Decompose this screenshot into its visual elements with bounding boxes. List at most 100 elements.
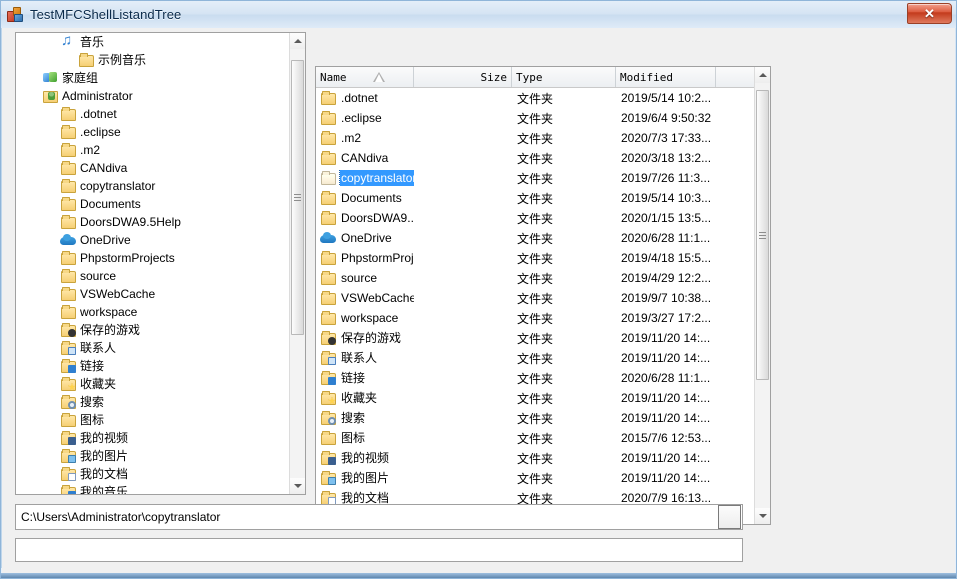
tree-node[interactable]: 联系人 <box>16 339 289 357</box>
table-row[interactable]: 我的视频 文件夹 2019/11/20 14:... <box>316 448 754 468</box>
cell-name: 我的视频 <box>316 450 414 466</box>
shell-tree-view[interactable]: 音乐示例音乐家庭组 Administrator .dotnet .eclipse .m2… <box>15 32 306 495</box>
table-row[interactable]: workspace 文件夹 2019/3/27 17:2... <box>316 308 754 328</box>
tree-node[interactable]: 我的视频 <box>16 429 289 447</box>
tree-node[interactable]: Administrator <box>16 87 289 105</box>
cell-modified: 2019/11/20 14:... <box>621 331 711 345</box>
cell-name: 保存的游戏 <box>316 330 414 346</box>
cell-name: .eclipse <box>316 110 414 126</box>
file-name-label: 我的图片 <box>341 471 390 485</box>
tree-node-label: 我的文档 <box>80 467 129 481</box>
tree-node[interactable]: DoorsDWA9.5Help <box>16 213 289 231</box>
close-button[interactable]: ✕ <box>907 3 952 24</box>
tree-node-label: 家庭组 <box>62 71 99 85</box>
title-bar[interactable]: TestMFCShellListandTree ✕ <box>1 1 956 28</box>
tree-node-label: workspace <box>80 305 138 319</box>
tree-scroll-thumb[interactable] <box>291 60 304 335</box>
tree-node[interactable]: 图标 <box>16 411 289 429</box>
cell-name: 联系人 <box>316 350 414 366</box>
cell-name: OneDrive <box>316 230 414 246</box>
tree-node[interactable]: OneDrive <box>16 231 289 249</box>
table-row[interactable]: 联系人 文件夹 2019/11/20 14:... <box>316 348 754 368</box>
column-header-modified[interactable]: Modified <box>616 67 716 87</box>
table-row[interactable]: 搜索 文件夹 2019/11/20 14:... <box>316 408 754 428</box>
tree-node[interactable]: 我的图片 <box>16 447 289 465</box>
path-bar[interactable]: C:\Users\Administrator\copytranslator <box>15 504 743 530</box>
table-row[interactable]: 我的图片 文件夹 2019/11/20 14:... <box>316 468 754 488</box>
table-row[interactable]: .eclipse 文件夹 2019/6/4 9:50:32 <box>316 108 754 128</box>
cell-name: 收藏夹 <box>316 390 414 406</box>
file-name-label: source <box>341 271 378 285</box>
table-row[interactable]: PhpstormProj... 文件夹 2019/4/18 15:5... <box>316 248 754 268</box>
table-row[interactable]: 链接 文件夹 2020/6/28 11:1... <box>316 368 754 388</box>
table-row[interactable]: CANdiva 文件夹 2020/3/18 13:2... <box>316 148 754 168</box>
tree-node-label: .dotnet <box>80 107 117 121</box>
scroll-grip-icon <box>294 194 301 201</box>
links-folder-icon <box>60 358 76 374</box>
tree-node[interactable]: source <box>16 267 289 285</box>
table-row[interactable]: source 文件夹 2019/4/29 12:2... <box>316 268 754 288</box>
cell-modified: 2019/3/27 17:2... <box>621 311 712 325</box>
table-row[interactable]: VSWebCache 文件夹 2019/9/7 10:38... <box>316 288 754 308</box>
file-name-label: 我的视频 <box>341 451 390 465</box>
column-header-name[interactable]: Name <box>316 67 414 87</box>
tree-node[interactable]: VSWebCache <box>16 285 289 303</box>
sort-ascending-icon <box>373 72 385 82</box>
shell-list-view[interactable]: Name Size Type Modified .dotnet 文件夹 2019/5/14… <box>315 66 771 525</box>
tree-node[interactable]: 家庭组 <box>16 69 289 87</box>
tree-node[interactable]: 我的音乐 <box>16 483 289 494</box>
folder-icon <box>60 214 76 230</box>
tree-node-label: 图标 <box>80 413 105 427</box>
cell-type: 文件夹 <box>517 431 554 446</box>
table-row[interactable]: OneDrive 文件夹 2020/6/28 11:1... <box>316 228 754 248</box>
tree-node[interactable]: 链接 <box>16 357 289 375</box>
cell-type: 文件夹 <box>517 411 554 426</box>
tree-node[interactable]: CANdiva <box>16 159 289 177</box>
tree-vertical-scrollbar[interactable] <box>289 33 305 494</box>
cell-modified: 2019/11/20 14:... <box>621 351 711 365</box>
tree-node[interactable]: 示例音乐 <box>16 51 289 69</box>
table-row[interactable]: 图标 文件夹 2015/7/6 12:53... <box>316 428 754 448</box>
tree-node[interactable]: 我的文档 <box>16 465 289 483</box>
table-row[interactable]: 保存的游戏 文件夹 2019/11/20 14:... <box>316 328 754 348</box>
table-row[interactable]: .m2 文件夹 2020/7/3 17:33... <box>316 128 754 148</box>
tree-node[interactable]: 音乐 <box>16 33 289 51</box>
folder-icon <box>320 250 336 266</box>
path-browse-button[interactable] <box>718 505 741 529</box>
tree-node[interactable]: 保存的游戏 <box>16 321 289 339</box>
table-row[interactable]: Documents 文件夹 2019/5/14 10:3... <box>316 188 754 208</box>
folder-icon <box>320 90 336 106</box>
tree-node[interactable]: 搜索 <box>16 393 289 411</box>
table-row[interactable]: DoorsDWA9.... 文件夹 2020/1/15 13:5... <box>316 208 754 228</box>
folder-icon <box>320 190 336 206</box>
table-row[interactable]: 收藏夹 文件夹 2019/11/20 14:... <box>316 388 754 408</box>
scroll-up-arrow-icon <box>758 73 767 77</box>
cell-name: Documents <box>316 190 414 206</box>
list-scroll-thumb[interactable] <box>756 90 769 380</box>
column-header-size[interactable]: Size <box>414 67 512 87</box>
tree-node[interactable]: PhpstormProjects <box>16 249 289 267</box>
tree-node[interactable]: .m2 <box>16 141 289 159</box>
tree-node[interactable]: copytranslator <box>16 177 289 195</box>
status-input-field[interactable] <box>15 538 743 562</box>
tree-node[interactable]: Documents <box>16 195 289 213</box>
tree-scroll-up-button[interactable] <box>290 33 305 49</box>
tree-node[interactable]: .eclipse <box>16 123 289 141</box>
tree-node[interactable]: 收藏夹 <box>16 375 289 393</box>
tree-scroll-down-button[interactable] <box>290 478 305 494</box>
folder-icon <box>320 130 336 146</box>
list-vertical-scrollbar[interactable] <box>754 67 770 524</box>
path-input[interactable]: C:\Users\Administrator\copytranslator <box>16 510 718 524</box>
close-icon: ✕ <box>924 6 935 21</box>
tree-node[interactable]: .dotnet <box>16 105 289 123</box>
table-row[interactable]: .dotnet 文件夹 2019/5/14 10:2... <box>316 88 754 108</box>
file-name-label: Documents <box>341 191 402 205</box>
tree-node[interactable]: workspace <box>16 303 289 321</box>
column-header-type[interactable]: Type <box>512 67 616 87</box>
cell-modified: 2019/11/20 14:... <box>621 471 711 485</box>
list-column-header[interactable]: Name Size Type Modified <box>316 67 770 88</box>
list-scroll-down-button[interactable] <box>755 508 770 524</box>
table-row[interactable]: copytranslator 文件夹 2019/7/26 11:3... <box>316 168 754 188</box>
cell-type: 文件夹 <box>517 231 554 246</box>
list-scroll-up-button[interactable] <box>755 67 770 83</box>
